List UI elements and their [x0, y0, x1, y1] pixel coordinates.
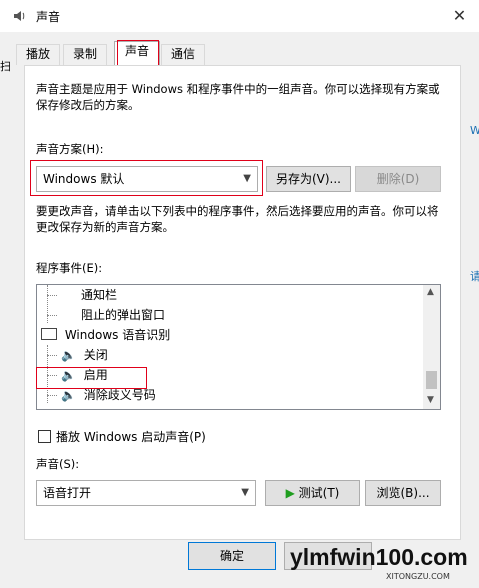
save-as-button[interactable]: 另存为(V)...	[266, 166, 351, 192]
group-label: Windows 语音识别	[64, 328, 171, 342]
list-item[interactable]: 🔈 关闭	[61, 345, 108, 365]
speaker-icon: 🔈	[61, 388, 76, 402]
startup-sound-label: 播放 Windows 启动声音(P)	[56, 430, 206, 444]
close-button[interactable]: ✕	[440, 0, 479, 32]
list-item[interactable]: 通知栏	[81, 285, 117, 305]
desktop-fragment: 请	[470, 270, 479, 283]
intro-text: 声音主题是应用于 Windows 和程序事件中的一组声音。你可以选择现有方案或保…	[36, 82, 440, 112]
test-button[interactable]: ▶ 测试(T)	[265, 480, 360, 506]
tab-recording[interactable]: 录制	[63, 44, 107, 65]
group-icon	[41, 328, 57, 340]
chevron-down-icon: ▼	[427, 395, 434, 405]
list-item-group[interactable]: Windows 语音识别	[41, 325, 170, 345]
speaker-icon	[12, 8, 28, 24]
tab-communications[interactable]: 通信	[161, 44, 205, 65]
desktop-fragment-left: 扫	[0, 60, 11, 73]
chevron-down-icon: ▼	[241, 487, 249, 498]
chevron-up-icon: ▲	[427, 287, 434, 297]
startup-sound-checkbox[interactable]	[38, 430, 51, 443]
sound-value: 语音打开	[43, 486, 92, 500]
watermark: ylmfwin100.com XITONGZU.COM	[290, 538, 479, 588]
title-bar	[0, 0, 479, 32]
play-icon: ▶	[285, 486, 295, 500]
test-button-label: 测试(T)	[298, 486, 340, 500]
watermark-text: ylmfwin100.com	[290, 544, 468, 570]
sound-select[interactable]: 语音打开 ▼	[36, 480, 256, 506]
highlight-scheme	[30, 160, 263, 196]
delete-button[interactable]: 删除(D)	[355, 166, 441, 192]
browse-button[interactable]: 浏览(B)...	[365, 480, 441, 506]
scheme-label: 声音方案(H):	[36, 142, 104, 156]
scrollbar-thumb[interactable]	[426, 371, 437, 389]
ok-button[interactable]: 确定	[188, 542, 276, 570]
window-title: 声音	[36, 10, 61, 24]
sound-label: 声音(S):	[36, 457, 80, 471]
list-item-label: 消除歧义号码	[83, 388, 156, 402]
change-text: 要更改声音，请单击以下列表中的程序事件，然后选择要应用的声音。你可以将更改保存为…	[36, 204, 439, 234]
desktop-fragment: Wi	[470, 124, 479, 137]
tab-playback[interactable]: 播放	[16, 44, 60, 65]
highlight-event	[36, 367, 147, 389]
list-item[interactable]: 阻止的弹出窗口	[81, 305, 165, 325]
list-item-label: 关闭	[83, 348, 108, 362]
watermark-sub: XITONGZU.COM	[386, 572, 450, 581]
events-scrollbar[interactable]: ▲ ▼	[423, 285, 440, 409]
events-list[interactable]: 通知栏 阻止的弹出窗口 Windows 语音识别 🔈 关闭 🔈 启用 🔈 消除歧…	[36, 284, 441, 410]
speaker-icon: 🔈	[61, 348, 76, 362]
events-label: 程序事件(E):	[36, 261, 103, 275]
